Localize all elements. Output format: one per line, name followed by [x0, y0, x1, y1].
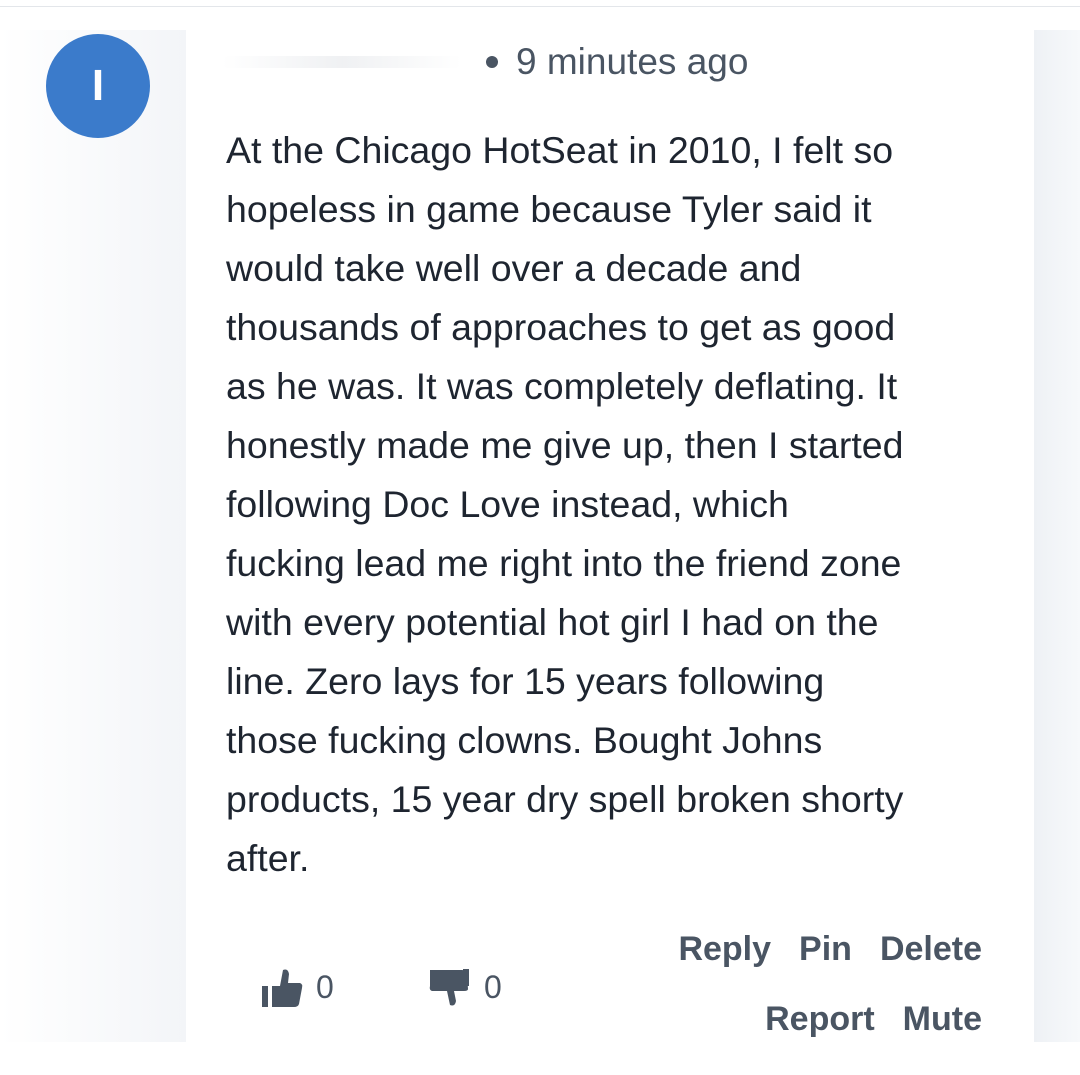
upvote-count: 0: [316, 968, 334, 1005]
upvote-button[interactable]: 0: [258, 962, 334, 1012]
avatar-letter: I: [91, 61, 105, 110]
delete-button[interactable]: Delete: [880, 930, 982, 969]
right-gutter: [1034, 30, 1080, 1042]
thumbs-up-icon: [258, 964, 304, 1010]
comment-meta: 9 minutes ago: [222, 38, 922, 86]
comment-text: At the Chicago HotSeat in 2010, I felt s…: [226, 129, 904, 879]
pin-button[interactable]: Pin: [799, 930, 852, 969]
comment-actions-row-2: Report Mute: [765, 1000, 982, 1039]
left-gutter: [0, 30, 186, 1042]
report-button[interactable]: Report: [765, 1000, 875, 1039]
separator-dot: [486, 56, 498, 68]
downvote-count: 0: [484, 968, 502, 1005]
author-name-redacted: [222, 56, 462, 68]
reply-button[interactable]: Reply: [678, 930, 771, 969]
comment-actions-row-1: Reply Pin Delete: [678, 930, 982, 969]
mute-button[interactable]: Mute: [903, 1000, 982, 1039]
avatar[interactable]: I: [46, 34, 150, 138]
thumbs-down-icon: [426, 964, 472, 1010]
downvote-button[interactable]: 0: [426, 962, 502, 1012]
timestamp: 9 minutes ago: [516, 41, 749, 82]
top-divider: [0, 6, 1080, 7]
